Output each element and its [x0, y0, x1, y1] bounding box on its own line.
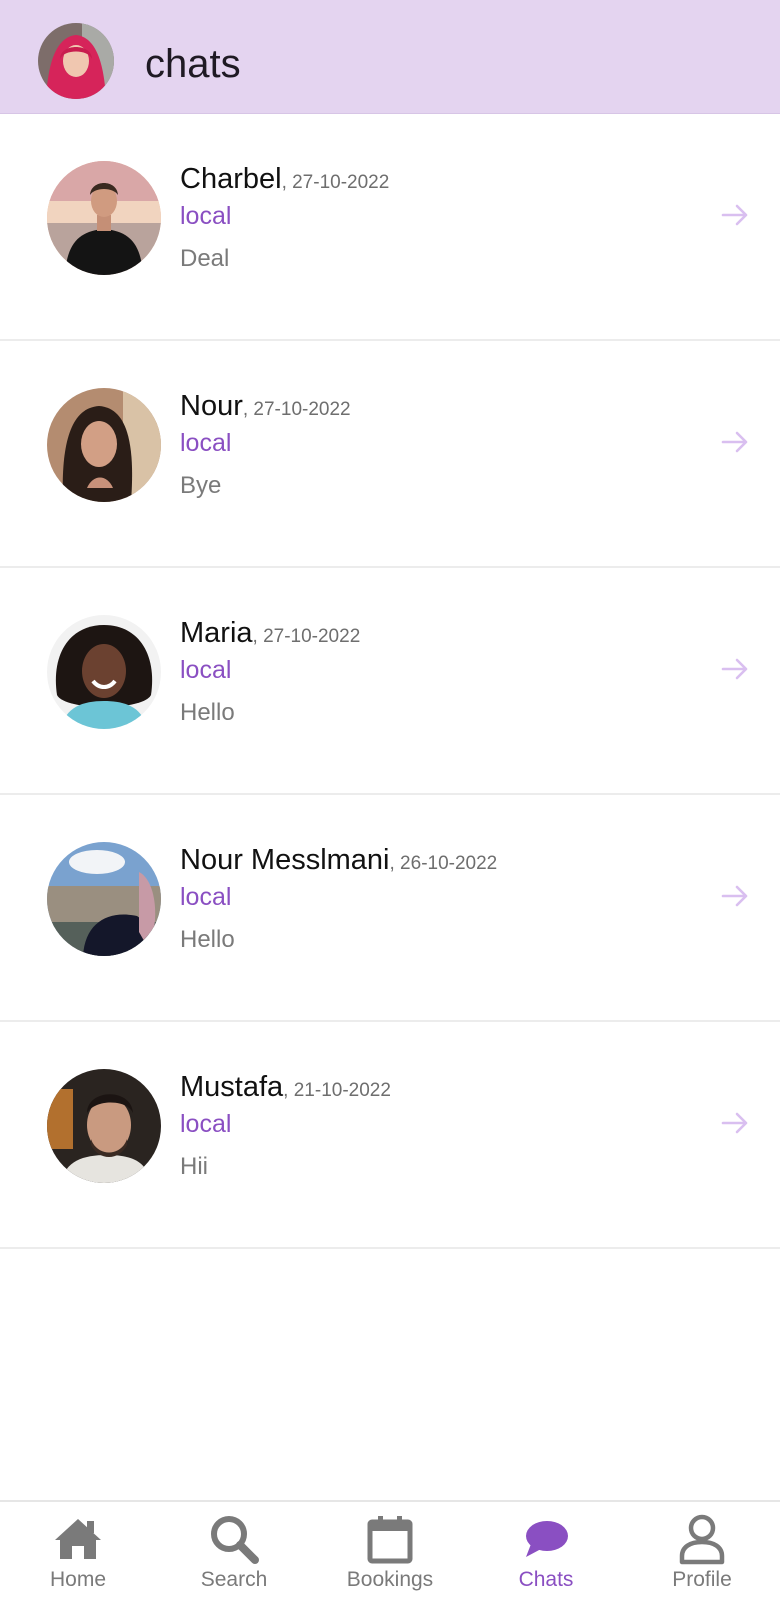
app-header: chats	[0, 0, 780, 114]
chat-header-line: Maria, 27-10-2022	[180, 617, 360, 650]
chat-bubble-icon	[526, 1521, 568, 1557]
last-message: Hello	[180, 699, 235, 726]
contact-type: local	[180, 202, 232, 230]
chat-header-line: Charbel, 27-10-2022	[180, 163, 389, 196]
search-icon	[211, 1516, 259, 1564]
contact-name: Mustafa	[180, 1071, 284, 1103]
arrow-right-icon[interactable]	[720, 1108, 750, 1138]
calendar-icon	[367, 1516, 413, 1564]
last-message: Hii	[180, 1153, 208, 1180]
chat-date: , 26-10-2022	[389, 853, 498, 874]
chat-list: Charbel, 27-10-2022 local Deal Nour, 27-…	[0, 114, 780, 1249]
nav-bookings[interactable]: Bookings	[312, 1502, 468, 1600]
home-icon	[55, 1519, 101, 1559]
contact-avatar	[47, 161, 161, 275]
nav-home-label: Home	[49, 1568, 107, 1591]
contact-type: local	[180, 429, 232, 457]
bottom-nav: Home Search Bookings Chats Profile	[0, 1500, 780, 1600]
last-message: Hello	[180, 926, 235, 953]
contact-name: Nour Messlmani	[180, 844, 390, 876]
nav-profile-label: Profile	[672, 1568, 732, 1591]
chat-header-line: Nour, 27-10-2022	[180, 390, 351, 423]
nav-chats[interactable]: Chats	[468, 1502, 624, 1600]
nav-search-label: Search	[200, 1568, 268, 1591]
nav-profile[interactable]: Profile	[624, 1502, 780, 1600]
chat-item[interactable]: Nour Messlmani, 26-10-2022 local Hello	[0, 795, 780, 1022]
last-message: Bye	[180, 472, 222, 499]
chat-date: , 27-10-2022	[281, 172, 390, 193]
chat-item[interactable]: Mustafa, 21-10-2022 local Hii	[0, 1022, 780, 1249]
contact-name: Nour	[180, 390, 243, 422]
chat-date: , 21-10-2022	[283, 1080, 391, 1101]
chat-date: , 27-10-2022	[242, 399, 351, 420]
contact-type: local	[180, 656, 232, 684]
contact-avatar	[47, 615, 161, 729]
contact-avatar	[47, 388, 161, 502]
chat-item[interactable]: Charbel, 27-10-2022 local Deal	[0, 114, 780, 341]
nav-home[interactable]: Home	[0, 1502, 156, 1600]
arrow-right-icon[interactable]	[720, 200, 750, 230]
person-icon	[679, 1514, 725, 1565]
user-avatar-image	[38, 23, 114, 99]
chat-header-line: Nour Messlmani, 26-10-2022	[180, 844, 497, 877]
arrow-right-icon[interactable]	[720, 881, 750, 911]
chat-item[interactable]: Maria, 27-10-2022 local Hello	[0, 568, 780, 795]
contact-type: local	[180, 883, 232, 911]
chat-item[interactable]: Nour, 27-10-2022 local Bye	[0, 341, 780, 568]
page-title: chats	[145, 42, 241, 86]
user-avatar[interactable]	[38, 23, 114, 99]
chat-date: , 27-10-2022	[252, 626, 361, 647]
contact-name: Charbel	[180, 163, 282, 195]
contact-type: local	[180, 1110, 232, 1138]
chat-header-line: Mustafa, 21-10-2022	[180, 1071, 391, 1104]
contact-avatar	[47, 842, 161, 956]
arrow-right-icon[interactable]	[720, 427, 750, 457]
nav-search[interactable]: Search	[156, 1502, 312, 1600]
contact-avatar	[47, 1069, 161, 1183]
last-message: Deal	[180, 245, 230, 272]
nav-chats-label: Chats	[518, 1568, 574, 1591]
arrow-right-icon[interactable]	[720, 654, 750, 684]
contact-name: Maria	[180, 617, 253, 649]
nav-bookings-label: Bookings	[346, 1568, 434, 1591]
